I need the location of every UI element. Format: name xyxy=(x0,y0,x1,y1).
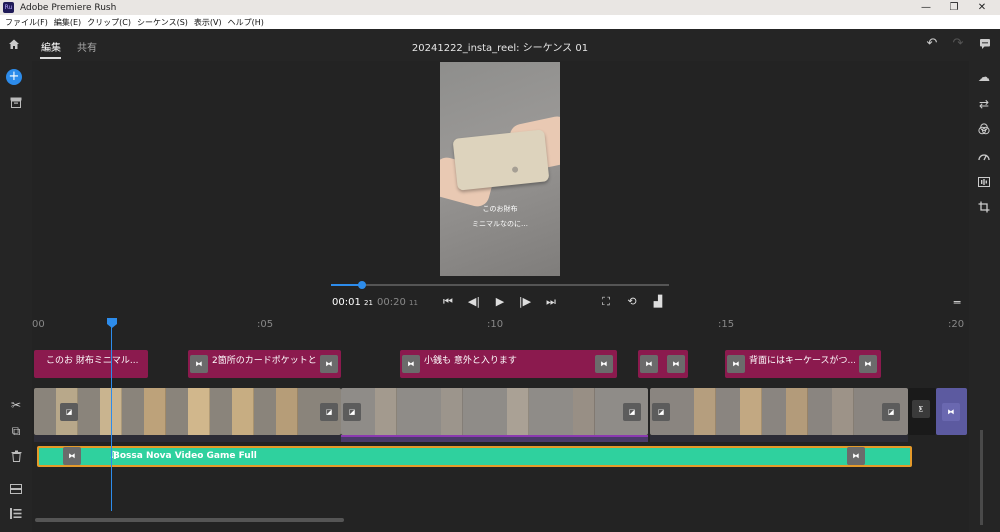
video-preview: このお財布 ミニマルなのに… xyxy=(440,62,560,276)
step-back-icon[interactable]: ◀| xyxy=(467,295,481,308)
aspect-ratio-icon[interactable]: ▟ xyxy=(651,295,665,308)
menu-file[interactable]: ファイル(F) xyxy=(5,17,48,28)
cloud-upload-icon[interactable]: ☁ xyxy=(974,70,994,84)
duration-timecode: 00:20 11 xyxy=(377,297,418,308)
ruler-tick: :10 xyxy=(487,319,504,330)
timeline-horizontal-scrollbar[interactable] xyxy=(35,518,344,522)
trim-handle-icon[interactable]: ⧓ xyxy=(402,355,420,373)
duration-time: 00:20 xyxy=(377,297,406,308)
current-timecode: 00:01 21 xyxy=(332,297,373,308)
title-clip-label: 背面にはキーケースがつ... xyxy=(749,356,855,366)
trim-handle-icon[interactable]: ⧓ xyxy=(595,355,613,373)
close-button[interactable]: ✕ xyxy=(968,0,996,15)
playhead-line xyxy=(111,326,112,511)
minimize-button[interactable]: — xyxy=(912,0,940,15)
trash-icon[interactable] xyxy=(6,450,26,465)
color-icon[interactable] xyxy=(974,123,994,138)
top-bar: 編集 共有 20241222_insta_reel: シーケンス 01 ↶ ↷ xyxy=(0,29,1000,61)
trim-handle-icon[interactable]: ⧓ xyxy=(727,355,745,373)
track-controls-icon[interactable] xyxy=(6,483,26,497)
timeline-ruler[interactable]: 00 :05 :10 :15 :20 xyxy=(32,318,969,332)
trim-handle-icon[interactable]: ⧓ xyxy=(847,447,865,465)
menu-view[interactable]: 表示(V) xyxy=(194,17,222,28)
fullscreen-icon[interactable]: ⛶ xyxy=(599,295,613,309)
transition-handle-icon[interactable]: ◪ xyxy=(320,403,338,421)
playback-scrubber-handle[interactable] xyxy=(358,281,366,289)
step-forward-icon[interactable]: |▶ xyxy=(518,295,532,308)
menu-help[interactable]: ヘルプ(H) xyxy=(228,17,264,28)
go-to-start-icon[interactable]: ⏮ xyxy=(441,295,455,309)
trim-handle-icon[interactable]: ⧓ xyxy=(190,355,208,373)
video-clip[interactable]: ◪ ◪ xyxy=(34,388,341,435)
trim-handle-icon[interactable]: ⧓ xyxy=(320,355,338,373)
menu-edit[interactable]: 編集(E) xyxy=(54,17,81,28)
audio-icon[interactable] xyxy=(974,176,994,190)
transition-handle-icon[interactable]: ◪ xyxy=(60,403,78,421)
loop-icon[interactable]: ⟲ xyxy=(625,295,639,308)
go-to-end-icon[interactable]: ⏭ xyxy=(544,295,558,309)
undo-icon[interactable]: ↶ xyxy=(922,37,942,51)
timeline-menu-icon[interactable]: ═ xyxy=(950,296,964,309)
duration-frames: 11 xyxy=(409,299,418,307)
end-card-clip[interactable]: ⨊ xyxy=(908,388,936,435)
video-clip[interactable]: ◪ ◪ xyxy=(650,388,908,435)
end-card-clip[interactable]: ⧓ xyxy=(936,388,967,435)
add-media-icon[interactable]: + xyxy=(6,69,22,85)
preview-wallet xyxy=(452,129,550,191)
clip-audio-waveform xyxy=(34,435,341,442)
current-time: 00:01 xyxy=(332,297,361,308)
transition-handle-icon[interactable]: ◪ xyxy=(652,403,670,421)
title-clip[interactable]: ⧓ ⧓ xyxy=(638,350,688,378)
title-clip[interactable]: ⧓ 小銭も 意外と入ります ⧓ xyxy=(400,350,617,378)
current-frames: 21 xyxy=(364,299,373,307)
music-clip-label: Bossa Nova Video Game Full xyxy=(113,451,257,461)
video-clip[interactable]: ◪ ◪ xyxy=(341,388,648,435)
timeline-vertical-scrollbar[interactable] xyxy=(980,430,983,525)
menu-clip[interactable]: クリップ(C) xyxy=(87,17,131,28)
sequence-title: 20241222_insta_reel: シーケンス 01 xyxy=(411,43,589,54)
ruler-tick: :15 xyxy=(718,319,735,330)
play-icon[interactable]: ▶ xyxy=(493,295,507,308)
clip-audio-waveform xyxy=(650,435,908,442)
transitions-icon[interactable]: ⇄ xyxy=(974,97,994,111)
tab-edit-underline xyxy=(40,57,61,59)
title-clip-label: 2箇所のカードポケットと... xyxy=(212,356,316,366)
title-clip-label: このお 財布ミニマル... xyxy=(46,356,139,366)
trim-handle-icon[interactable]: ⧓ xyxy=(640,355,658,373)
scissors-icon[interactable]: ✂ xyxy=(6,398,26,412)
preview-caption-line1: このお財布 xyxy=(482,205,518,213)
speed-icon[interactable] xyxy=(974,150,994,164)
title-clip[interactable]: ⧓ 2箇所のカードポケットと... ⧓ xyxy=(188,350,341,378)
menu-sequence[interactable]: シーケンス(S) xyxy=(137,17,188,28)
duplicate-icon[interactable]: ⧉ xyxy=(6,424,26,438)
trim-handle-icon[interactable]: ⧓ xyxy=(667,355,685,373)
clip-audio-waveform xyxy=(341,435,648,442)
ruler-tick: :20 xyxy=(948,319,965,330)
title-clip[interactable]: ⧓ 背面にはキーケースがつ... ⧓ xyxy=(725,350,881,378)
crop-icon[interactable] xyxy=(974,201,994,216)
transition-handle-icon[interactable]: ◪ xyxy=(882,403,900,421)
transition-handle-icon[interactable]: ◪ xyxy=(343,403,361,421)
preview-caption-line2: ミニマルなのに… xyxy=(472,220,528,228)
redo-icon[interactable]: ↷ xyxy=(948,37,968,51)
trim-handle-icon[interactable]: ⧓ xyxy=(859,355,877,373)
title-clip[interactable]: このお 財布ミニマル... xyxy=(34,350,148,378)
trim-handle-icon[interactable]: ⧓ xyxy=(942,403,960,421)
title-clip-label: 小銭も 意外と入ります xyxy=(424,356,517,366)
restore-button[interactable]: ❐ xyxy=(940,0,968,15)
project-assets-icon[interactable] xyxy=(6,97,26,111)
music-clip[interactable]: ⧓ ♫ Bossa Nova Video Game Full ⧓ xyxy=(37,446,912,467)
app-icon: Ru xyxy=(3,2,14,13)
menu-bar: ファイル(F) 編集(E) クリップ(C) シーケンス(S) 表示(V) ヘルプ… xyxy=(0,15,1000,29)
ruler-tick: 00 xyxy=(32,319,45,330)
end-card-icon: ⨊ xyxy=(912,400,930,418)
window-title: Adobe Premiere Rush xyxy=(20,2,117,13)
playback-scrubber-track[interactable] xyxy=(331,284,669,286)
title-bar: Ru Adobe Premiere Rush xyxy=(0,0,1000,15)
feedback-icon[interactable] xyxy=(975,38,995,53)
ruler-tick: :05 xyxy=(257,319,274,330)
trim-handle-icon[interactable]: ⧓ xyxy=(63,447,81,465)
track-list-icon[interactable] xyxy=(6,508,26,522)
transition-handle-icon[interactable]: ◪ xyxy=(623,403,641,421)
